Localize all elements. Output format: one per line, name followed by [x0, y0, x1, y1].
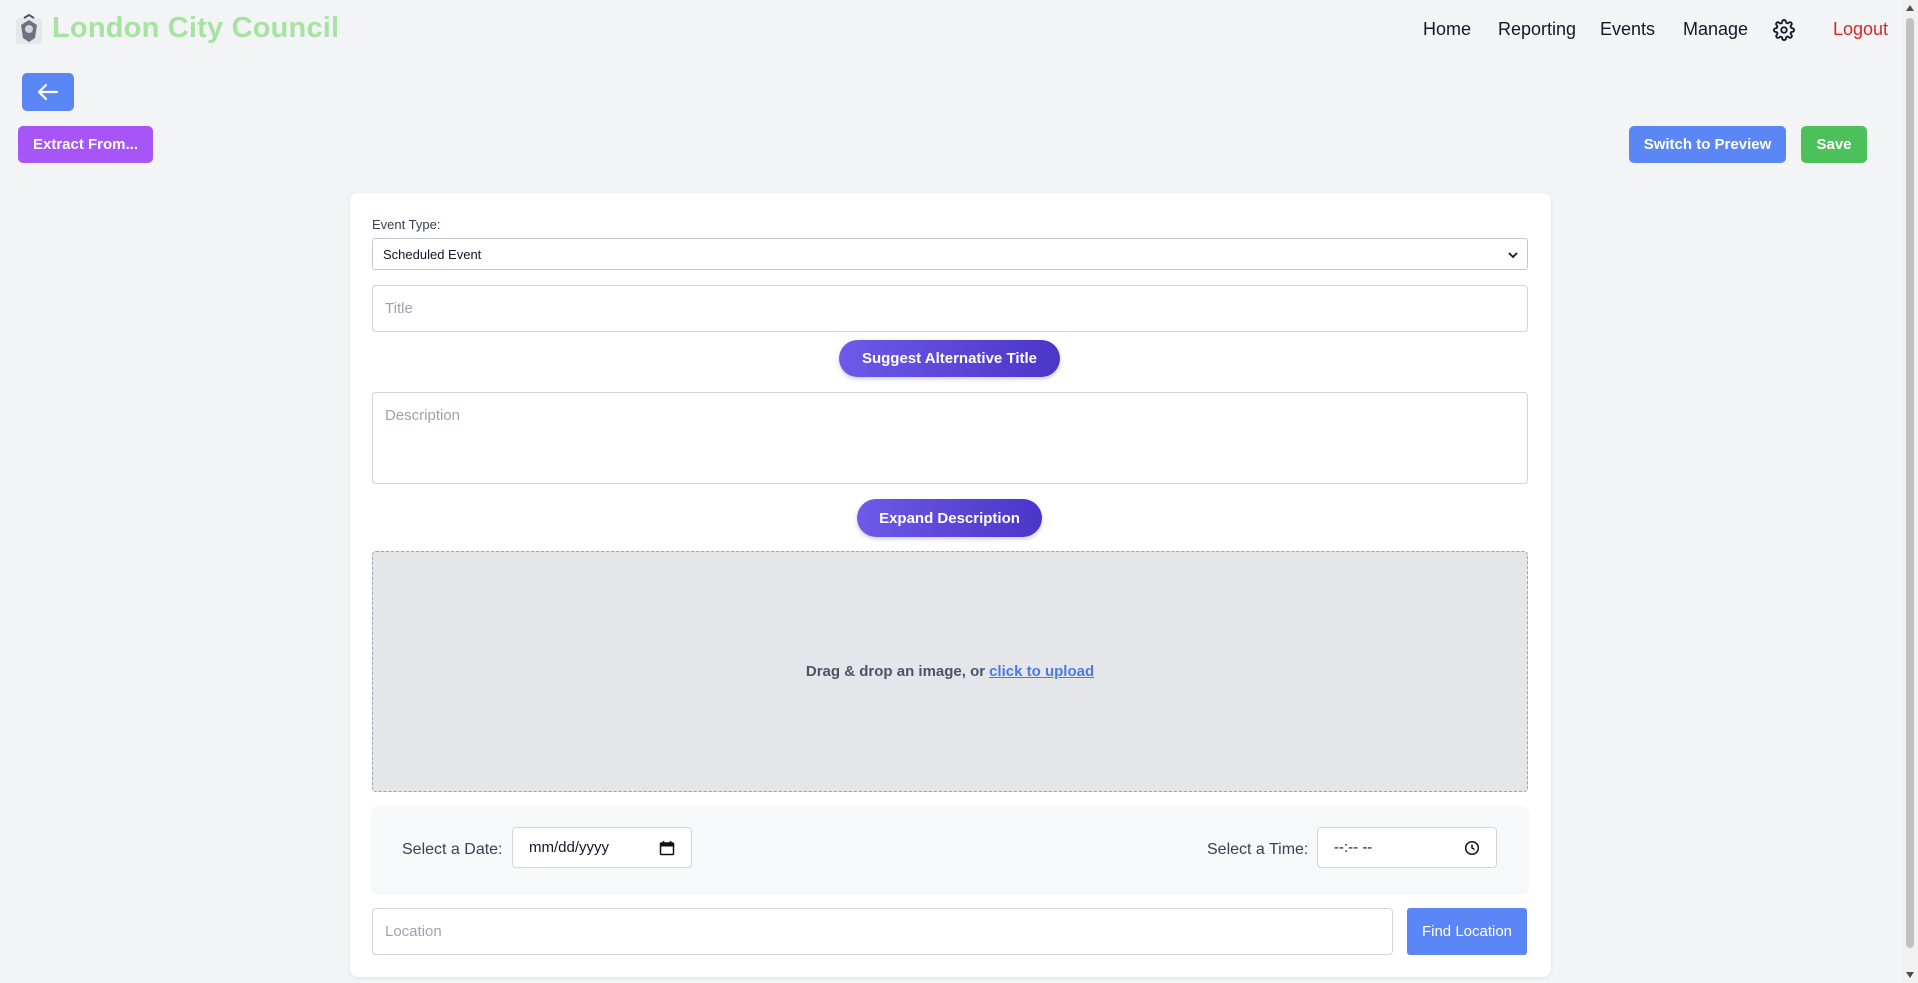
location-input[interactable]: Location [372, 908, 1393, 955]
image-dropzone[interactable]: Drag & drop an image, or click to upload [372, 551, 1528, 792]
nav-manage[interactable]: Manage [1683, 19, 1748, 40]
brand-title[interactable]: London City Council [52, 12, 339, 45]
event-type-label: Event Type: [372, 217, 441, 232]
date-value: mm/dd/yyyy [529, 839, 610, 856]
date-label: Select a Date: [402, 841, 503, 858]
nav-reporting[interactable]: Reporting [1498, 19, 1576, 40]
date-time-panel: Select a Date: mm/dd/yyyy Select a Time:… [372, 807, 1528, 892]
description-textarea[interactable]: Description [372, 392, 1528, 484]
chevron-down-icon [1508, 252, 1518, 259]
time-input[interactable]: --:-- -- [1317, 827, 1497, 868]
event-type-select[interactable]: Scheduled Event [372, 238, 1528, 270]
nav-home[interactable]: Home [1423, 19, 1471, 40]
arrow-left-icon [37, 83, 59, 101]
suggest-alternative-title-button[interactable]: Suggest Alternative Title [839, 340, 1060, 377]
click-to-upload-link[interactable]: click to upload [989, 663, 1094, 680]
back-button[interactable] [22, 73, 74, 111]
switch-to-preview-button[interactable]: Switch to Preview [1629, 126, 1786, 163]
event-type-value: Scheduled Event [383, 246, 482, 262]
save-button[interactable]: Save [1801, 126, 1867, 163]
calendar-icon[interactable] [659, 840, 675, 856]
time-value: --:-- -- [1334, 839, 1373, 856]
find-location-button[interactable]: Find Location [1407, 908, 1527, 955]
scroll-thumb[interactable] [1906, 18, 1914, 948]
scroll-down-icon[interactable] [1905, 971, 1915, 979]
extract-from-button[interactable]: Extract From... [18, 126, 153, 163]
page-scrollbar[interactable] [1902, 0, 1918, 983]
event-form-card: Event Type: Scheduled Event Title Sugges… [350, 193, 1551, 977]
nav-logout[interactable]: Logout [1833, 19, 1888, 40]
top-navbar: London City Council Home Reporting Event… [0, 0, 1900, 60]
council-crest-icon [16, 14, 42, 44]
time-label: Select a Time: [1207, 841, 1309, 858]
scroll-up-icon[interactable] [1905, 4, 1915, 12]
clock-icon[interactable] [1464, 840, 1480, 856]
nav-events[interactable]: Events [1600, 19, 1655, 40]
date-input[interactable]: mm/dd/yyyy [512, 827, 692, 868]
dropzone-text: Drag & drop an image, or [805, 663, 986, 680]
gear-icon[interactable] [1773, 19, 1795, 41]
expand-description-button[interactable]: Expand Description [857, 499, 1042, 537]
title-input[interactable]: Title [372, 285, 1528, 332]
